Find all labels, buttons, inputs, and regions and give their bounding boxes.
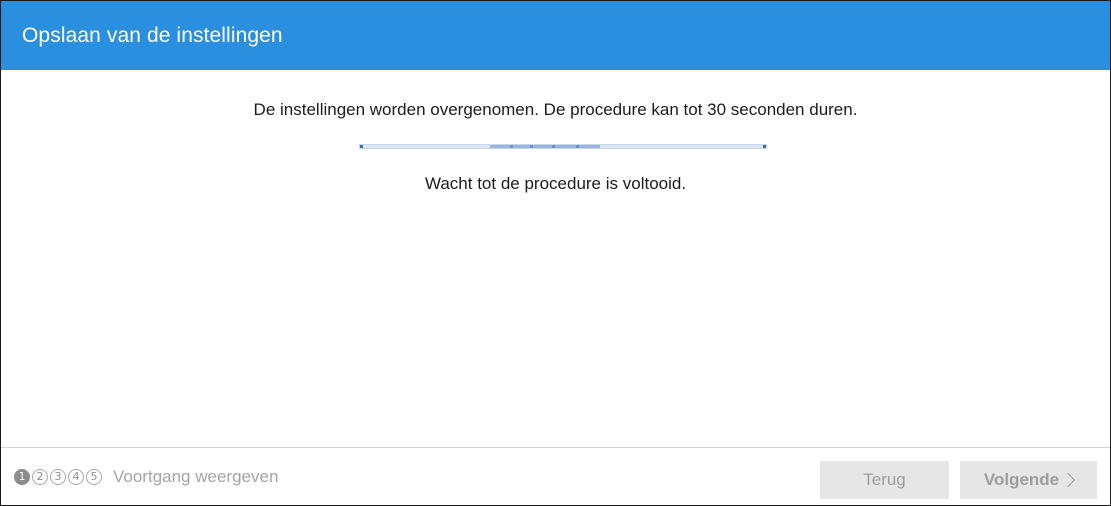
progress-bar-indicator [490, 145, 600, 148]
dialog-footer: 1 2 3 4 5 Voortgang weergeven Terug Volg… [1, 447, 1110, 505]
step-1-indicator: 1 [14, 468, 30, 485]
step-4-indicator: 4 [68, 468, 84, 485]
status-message: De instellingen worden overgenomen. De p… [253, 100, 858, 119]
dialog-content: De instellingen worden overgenomen. De p… [1, 70, 1110, 446]
progress-bar-dot [552, 145, 555, 148]
back-button[interactable]: Terug [820, 461, 949, 499]
dialog-title-bar: Opslaan van de instellingen [1, 1, 1110, 70]
dialog-title: Opslaan van de instellingen [22, 23, 283, 47]
progress-bar-dot [530, 145, 533, 148]
settings-dialog: Opslaan van de instellingen De instellin… [0, 0, 1111, 506]
step-5-indicator: 5 [86, 468, 102, 485]
progress-bar-left-cap [360, 145, 363, 148]
step-indicator: 1 2 3 4 5 Voortgang weergeven [14, 448, 278, 505]
back-button-label: Terug [863, 470, 906, 489]
progress-bar-right-cap [763, 145, 766, 148]
progress-bar [359, 144, 767, 149]
progress-bar-dot [510, 145, 513, 148]
progress-bar-dot [576, 145, 579, 148]
step-2-indicator: 2 [32, 468, 48, 485]
step-3-indicator: 3 [50, 468, 66, 485]
show-progress-link[interactable]: Voortgang weergeven [113, 467, 278, 487]
next-button[interactable]: Volgende [960, 461, 1097, 499]
next-button-label: Volgende [983, 470, 1060, 489]
chevron-right-icon [1061, 472, 1076, 488]
wait-message: Wacht tot de procedure is voltooid. [424, 174, 687, 193]
